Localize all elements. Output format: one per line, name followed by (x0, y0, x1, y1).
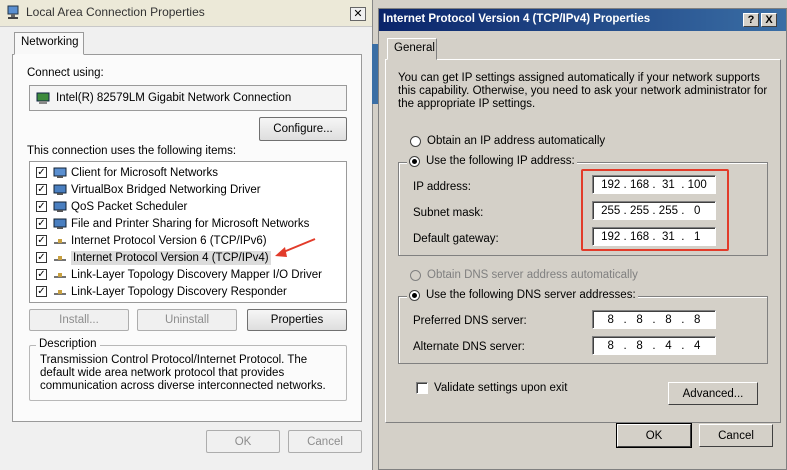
checkbox[interactable]: ✓ (36, 269, 47, 280)
description-group: Description Transmission Control Protoco… (29, 338, 347, 401)
use-following-ip-radio[interactable]: Use the following IP address: (407, 155, 577, 167)
radio-button[interactable] (409, 155, 420, 167)
radio-button[interactable] (409, 289, 420, 301)
default-gateway-label: Default gateway: (413, 233, 499, 245)
network-client-icon (53, 167, 67, 178)
protocol-icon (54, 255, 66, 261)
network-adapter-icon (36, 92, 50, 104)
connect-using-label: Connect using: (27, 67, 104, 79)
annotation-arrow-icon (275, 238, 316, 257)
radio-label: Obtain an IP address automatically (427, 135, 606, 147)
default-gateway-input[interactable]: 192. 168. 31. 1 (592, 227, 716, 246)
list-item-lltd-responder[interactable]: ✓ Link-Layer Topology Discovery Responde… (36, 283, 287, 300)
list-item-label: QoS Packet Scheduler (71, 200, 188, 213)
list-item-label: Link-Layer Topology Discovery Responder (71, 285, 287, 298)
radio-button[interactable] (410, 135, 421, 147)
title-bar[interactable]: Internet Protocol Version 4 (TCP/IPv4) P… (379, 9, 786, 31)
close-button[interactable]: X (761, 13, 777, 27)
list-item-qos-packet-scheduler[interactable]: ✓ QoS Packet Scheduler (36, 198, 187, 215)
items-list[interactable]: ✓ Client for Microsoft Networks ✓ Virtua… (29, 161, 347, 303)
alternate-dns-input[interactable]: 8. 8. 4. 4 (592, 336, 716, 355)
network-adapter-icon (7, 5, 19, 19)
cancel-button[interactable]: Cancel (288, 430, 362, 453)
general-panel: You can get IP settings assigned automat… (385, 59, 781, 423)
tab-networking[interactable]: Networking (14, 32, 84, 55)
adapter-name: Intel(R) 82579LM Gigabit Network Connect… (56, 92, 292, 104)
radio-label: Use the following DNS server addresses: (426, 289, 636, 301)
checkbox[interactable]: ✓ (36, 201, 47, 212)
list-item-label: Client for Microsoft Networks (71, 166, 218, 179)
window-title: Local Area Connection Properties (26, 5, 205, 19)
close-button[interactable]: ✕ (350, 7, 366, 21)
list-item-lltd-mapper[interactable]: ✓ Link-Layer Topology Discovery Mapper I… (36, 266, 322, 283)
checkbox[interactable]: ✓ (36, 184, 47, 195)
list-item-tcp-ipv4[interactable]: ✓ Internet Protocol Version 4 (TCP/IPv4) (36, 249, 271, 266)
protocol-icon (54, 289, 66, 295)
checkbox[interactable]: ✓ (36, 286, 47, 297)
list-item-virtualbox-bridged-networking-driver[interactable]: ✓ VirtualBox Bridged Networking Driver (36, 181, 261, 198)
alternate-dns-label: Alternate DNS server: (413, 341, 525, 353)
properties-button[interactable]: Properties (247, 309, 347, 331)
tab-general[interactable]: General (387, 38, 437, 60)
list-item-label: Internet Protocol Version 4 (TCP/IPv4) (71, 250, 271, 265)
ok-button[interactable]: OK (206, 430, 280, 453)
radio-button[interactable] (410, 269, 421, 281)
list-item-label: VirtualBox Bridged Networking Driver (71, 183, 261, 196)
local-area-connection-properties-window: Local Area Connection Properties ✕ Netwo… (0, 0, 373, 470)
list-item-tcp-ipv6[interactable]: ✓ Internet Protocol Version 6 (TCP/IPv6) (36, 232, 267, 249)
checkbox[interactable]: ✓ (36, 235, 47, 246)
preferred-dns-input[interactable]: 8. 8. 8. 8 (592, 310, 716, 329)
cancel-button[interactable]: Cancel (699, 424, 773, 447)
configure-button[interactable]: Configure... (259, 117, 347, 141)
protocol-icon (54, 238, 66, 244)
tcp-ipv4-properties-window: Internet Protocol Version 4 (TCP/IPv4) P… (378, 8, 787, 470)
radio-label: Use the following IP address: (426, 155, 575, 167)
networking-panel: Connect using: Intel(R) 82579LM Gigabit … (12, 54, 362, 422)
uninstall-button[interactable]: Uninstall (137, 309, 237, 331)
list-item-client-for-microsoft-networks[interactable]: ✓ Client for Microsoft Networks (36, 164, 218, 181)
network-service-icon (53, 201, 67, 212)
checkbox[interactable] (416, 382, 428, 394)
radio-label: Obtain DNS server address automatically (427, 269, 638, 281)
checkbox-label: Validate settings upon exit (434, 382, 568, 394)
checkbox[interactable]: ✓ (36, 252, 47, 263)
install-button[interactable]: Install... (29, 309, 129, 331)
adapter-field: Intel(R) 82579LM Gigabit Network Connect… (29, 85, 347, 111)
subnet-mask-label: Subnet mask: (413, 207, 484, 219)
obtain-dns-auto-radio[interactable]: Obtain DNS server address automatically (410, 269, 638, 281)
ok-button[interactable]: OK (617, 424, 691, 447)
list-item-label: File and Printer Sharing for Microsoft N… (71, 217, 310, 230)
intro-text: You can get IP settings assigned automat… (398, 72, 768, 110)
help-button[interactable]: ? (743, 13, 759, 27)
advanced-button[interactable]: Advanced... (668, 382, 758, 405)
list-item-label: Link-Layer Topology Discovery Mapper I/O… (71, 268, 322, 281)
network-service-icon (53, 218, 67, 229)
obtain-ip-auto-radio[interactable]: Obtain an IP address automatically (410, 135, 605, 147)
ip-address-label: IP address: (413, 181, 471, 193)
subnet-mask-input[interactable]: 255. 255. 255. 0 (592, 201, 716, 220)
preferred-dns-label: Preferred DNS server: (413, 315, 527, 327)
validate-settings-checkbox[interactable]: Validate settings upon exit (416, 382, 567, 394)
ip-address-input[interactable]: 192. 168. 31. 100 (592, 175, 716, 194)
description-text: Transmission Control Protocol/Internet P… (40, 354, 326, 392)
checkbox[interactable]: ✓ (36, 167, 47, 178)
use-following-dns-radio[interactable]: Use the following DNS server addresses: (407, 289, 638, 301)
items-label: This connection uses the following items… (27, 145, 237, 157)
protocol-icon (54, 272, 66, 278)
checkbox[interactable]: ✓ (36, 218, 47, 229)
list-item-label: Internet Protocol Version 6 (TCP/IPv6) (71, 234, 267, 247)
description-label: Description (36, 338, 100, 350)
list-item-file-and-printer-sharing[interactable]: ✓ File and Printer Sharing for Microsoft… (36, 215, 309, 232)
network-service-icon (53, 184, 67, 195)
window-title: Internet Protocol Version 4 (TCP/IPv4) P… (383, 13, 651, 25)
title-bar[interactable]: Local Area Connection Properties ✕ (0, 0, 372, 27)
